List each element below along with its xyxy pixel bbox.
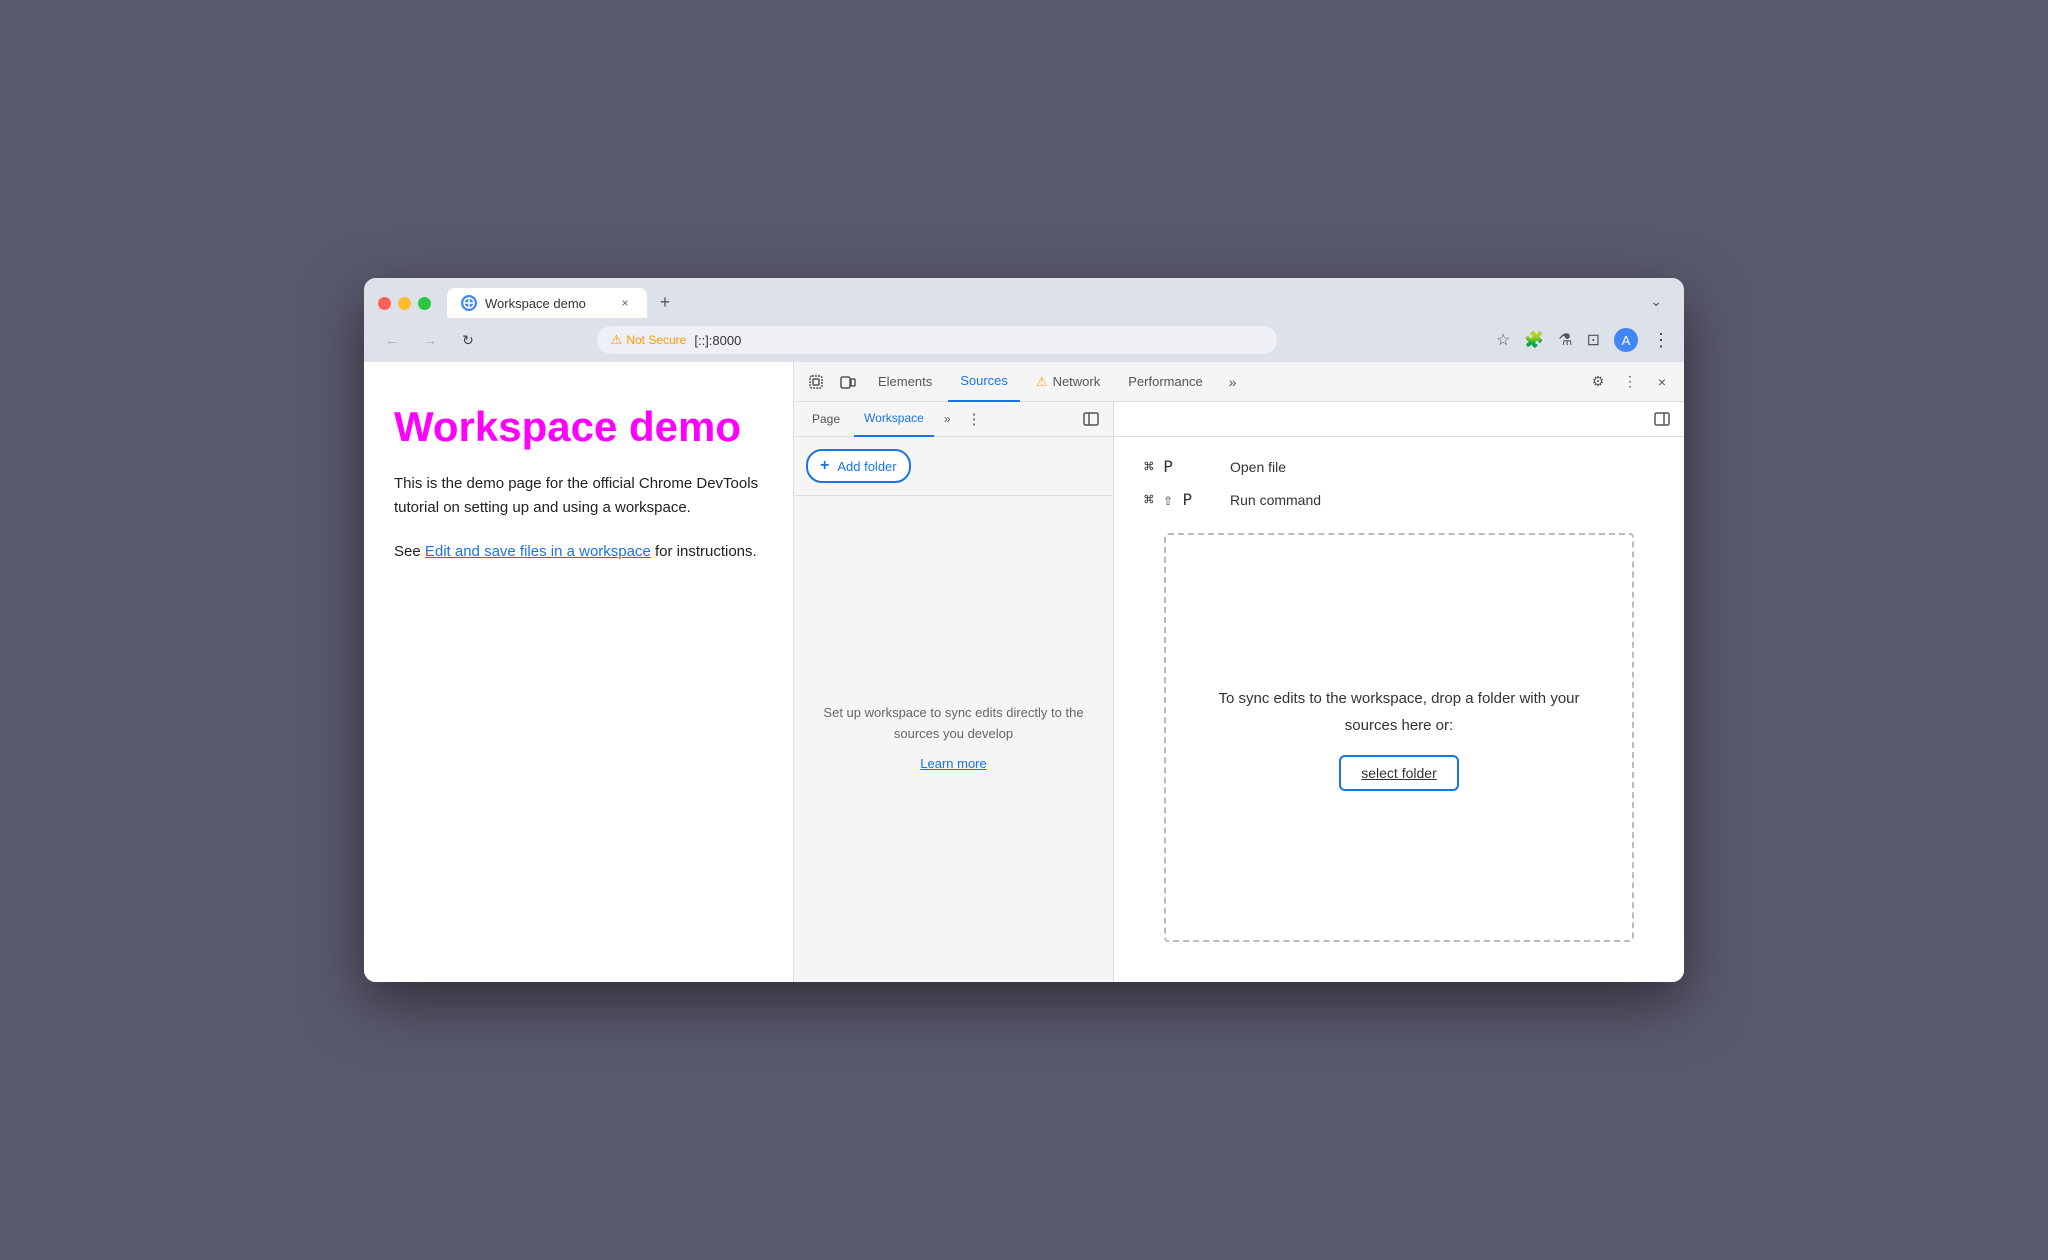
tab-sources[interactable]: Sources (948, 362, 1020, 402)
forward-button[interactable]: → (416, 326, 444, 354)
add-folder-plus-icon: + (820, 457, 829, 475)
tab-list-chevron[interactable]: ⌄ (1642, 289, 1670, 314)
more-tabs-icon[interactable]: » (1219, 368, 1247, 396)
page-body-text: This is the demo page for the official C… (394, 472, 763, 520)
sources-right-panel-button[interactable] (1648, 405, 1676, 433)
tab-bar-end: ⌄ (1642, 289, 1670, 314)
minimize-window-button[interactable] (398, 297, 411, 310)
sources-right-toolbar (1114, 402, 1684, 437)
devtools-close-icon[interactable]: × (1648, 368, 1676, 396)
tab-performance[interactable]: Performance (1116, 362, 1214, 402)
drop-zone-text: To sync edits to the workspace, drop a f… (1196, 685, 1602, 739)
sources-tabs-more-icon[interactable]: » (938, 402, 957, 437)
select-folder-button[interactable]: select folder (1339, 755, 1458, 791)
warning-triangle-icon: ⚠ (611, 332, 623, 348)
cursor-tool-icon[interactable] (802, 368, 830, 396)
shortcut-row-run-command: ⌘ ⇧ P Run command (1144, 490, 1654, 509)
tab-bar: Workspace demo × + ⌄ (447, 288, 1670, 318)
shortcut-keys-run-command: ⌘ ⇧ P (1144, 490, 1214, 509)
sources-tabs-dots-icon[interactable]: ⋮ (961, 402, 988, 437)
profile-icon[interactable]: A (1614, 328, 1638, 352)
devtools-toolbar: Elements Sources ⚠ Network Performance » (794, 362, 1684, 402)
sources-panel: Page Workspace » ⋮ (794, 402, 1684, 982)
tab-close-button[interactable]: × (617, 295, 633, 311)
close-window-button[interactable] (378, 297, 391, 310)
sources-empty-state: Set up workspace to sync edits directly … (794, 496, 1113, 982)
tab-favicon (461, 295, 477, 311)
labs-icon[interactable]: ⚗ (1558, 330, 1572, 350)
webpage-area: Workspace demo This is the demo page for… (364, 362, 794, 982)
devtools-more-icon[interactable]: ⋮ (1616, 368, 1644, 396)
sources-right-content: ⌘ P Open file ⌘ ⇧ P Run command To sync … (1114, 437, 1684, 982)
devtools-panel: Elements Sources ⚠ Network Performance » (794, 362, 1684, 982)
traffic-lights (378, 297, 431, 310)
device-toggle-icon[interactable] (834, 368, 862, 396)
back-button[interactable]: ← (378, 326, 406, 354)
new-tab-button[interactable]: + (651, 288, 679, 316)
split-view-icon[interactable]: ⊡ (1587, 330, 1600, 350)
extensions-icon[interactable]: 🧩 (1524, 330, 1544, 350)
main-content: Workspace demo This is the demo page for… (364, 362, 1684, 982)
sources-tab-page[interactable]: Page (802, 402, 850, 437)
add-folder-button[interactable]: + Add folder (806, 449, 911, 483)
sources-tab-workspace[interactable]: Workspace (854, 402, 934, 437)
address-bar-icons: ☆ 🧩 ⚗ ⊡ A ⋮ (1496, 328, 1670, 352)
tab-network[interactable]: ⚠ Network (1024, 362, 1112, 402)
bookmark-icon[interactable]: ☆ (1496, 330, 1510, 350)
workspace-link[interactable]: Edit and save files in a workspace (425, 543, 651, 560)
network-warning-icon: ⚠ (1036, 374, 1048, 390)
page-link-paragraph: See Edit and save files in a workspace f… (394, 540, 763, 564)
learn-more-link[interactable]: Learn more (920, 754, 986, 775)
sources-left-pane: Page Workspace » ⋮ (794, 402, 1114, 982)
tab-title: Workspace demo (485, 296, 609, 311)
drop-zone: To sync edits to the workspace, drop a f… (1164, 533, 1634, 942)
shortcut-label-open-file: Open file (1230, 459, 1286, 475)
address-field[interactable]: ⚠ Not Secure [::]:8000 (597, 326, 1277, 354)
maximize-window-button[interactable] (418, 297, 431, 310)
shortcut-label-run-command: Run command (1230, 492, 1321, 508)
add-folder-area: + Add folder (794, 437, 1113, 496)
sources-right-pane: ⌘ P Open file ⌘ ⇧ P Run command To sync … (1114, 402, 1684, 982)
page-heading: Workspace demo (394, 402, 763, 452)
tab-elements[interactable]: Elements (866, 362, 944, 402)
browser-window: Workspace demo × + ⌄ ← → ↻ ⚠ Not Secure … (364, 278, 1684, 982)
shortcut-keys-open-file: ⌘ P (1144, 457, 1214, 476)
settings-icon[interactable]: ⚙ (1584, 368, 1612, 396)
browser-tab-active[interactable]: Workspace demo × (447, 288, 647, 318)
browser-menu-button[interactable]: ⋮ (1652, 330, 1670, 351)
address-bar: ← → ↻ ⚠ Not Secure [::]:8000 ☆ 🧩 ⚗ ⊡ A ⋮ (364, 318, 1684, 362)
security-warning: ⚠ Not Secure (611, 332, 687, 348)
title-bar: Workspace demo × + ⌄ (364, 278, 1684, 318)
sources-left-panel-button[interactable] (1077, 405, 1105, 433)
address-url: [::]:8000 (694, 333, 741, 348)
sources-tab-bar: Page Workspace » ⋮ (794, 402, 1113, 437)
devtools-toolbar-end: ⚙ ⋮ × (1584, 368, 1676, 396)
reload-button[interactable]: ↻ (454, 326, 482, 354)
shortcut-row-open-file: ⌘ P Open file (1144, 457, 1654, 476)
